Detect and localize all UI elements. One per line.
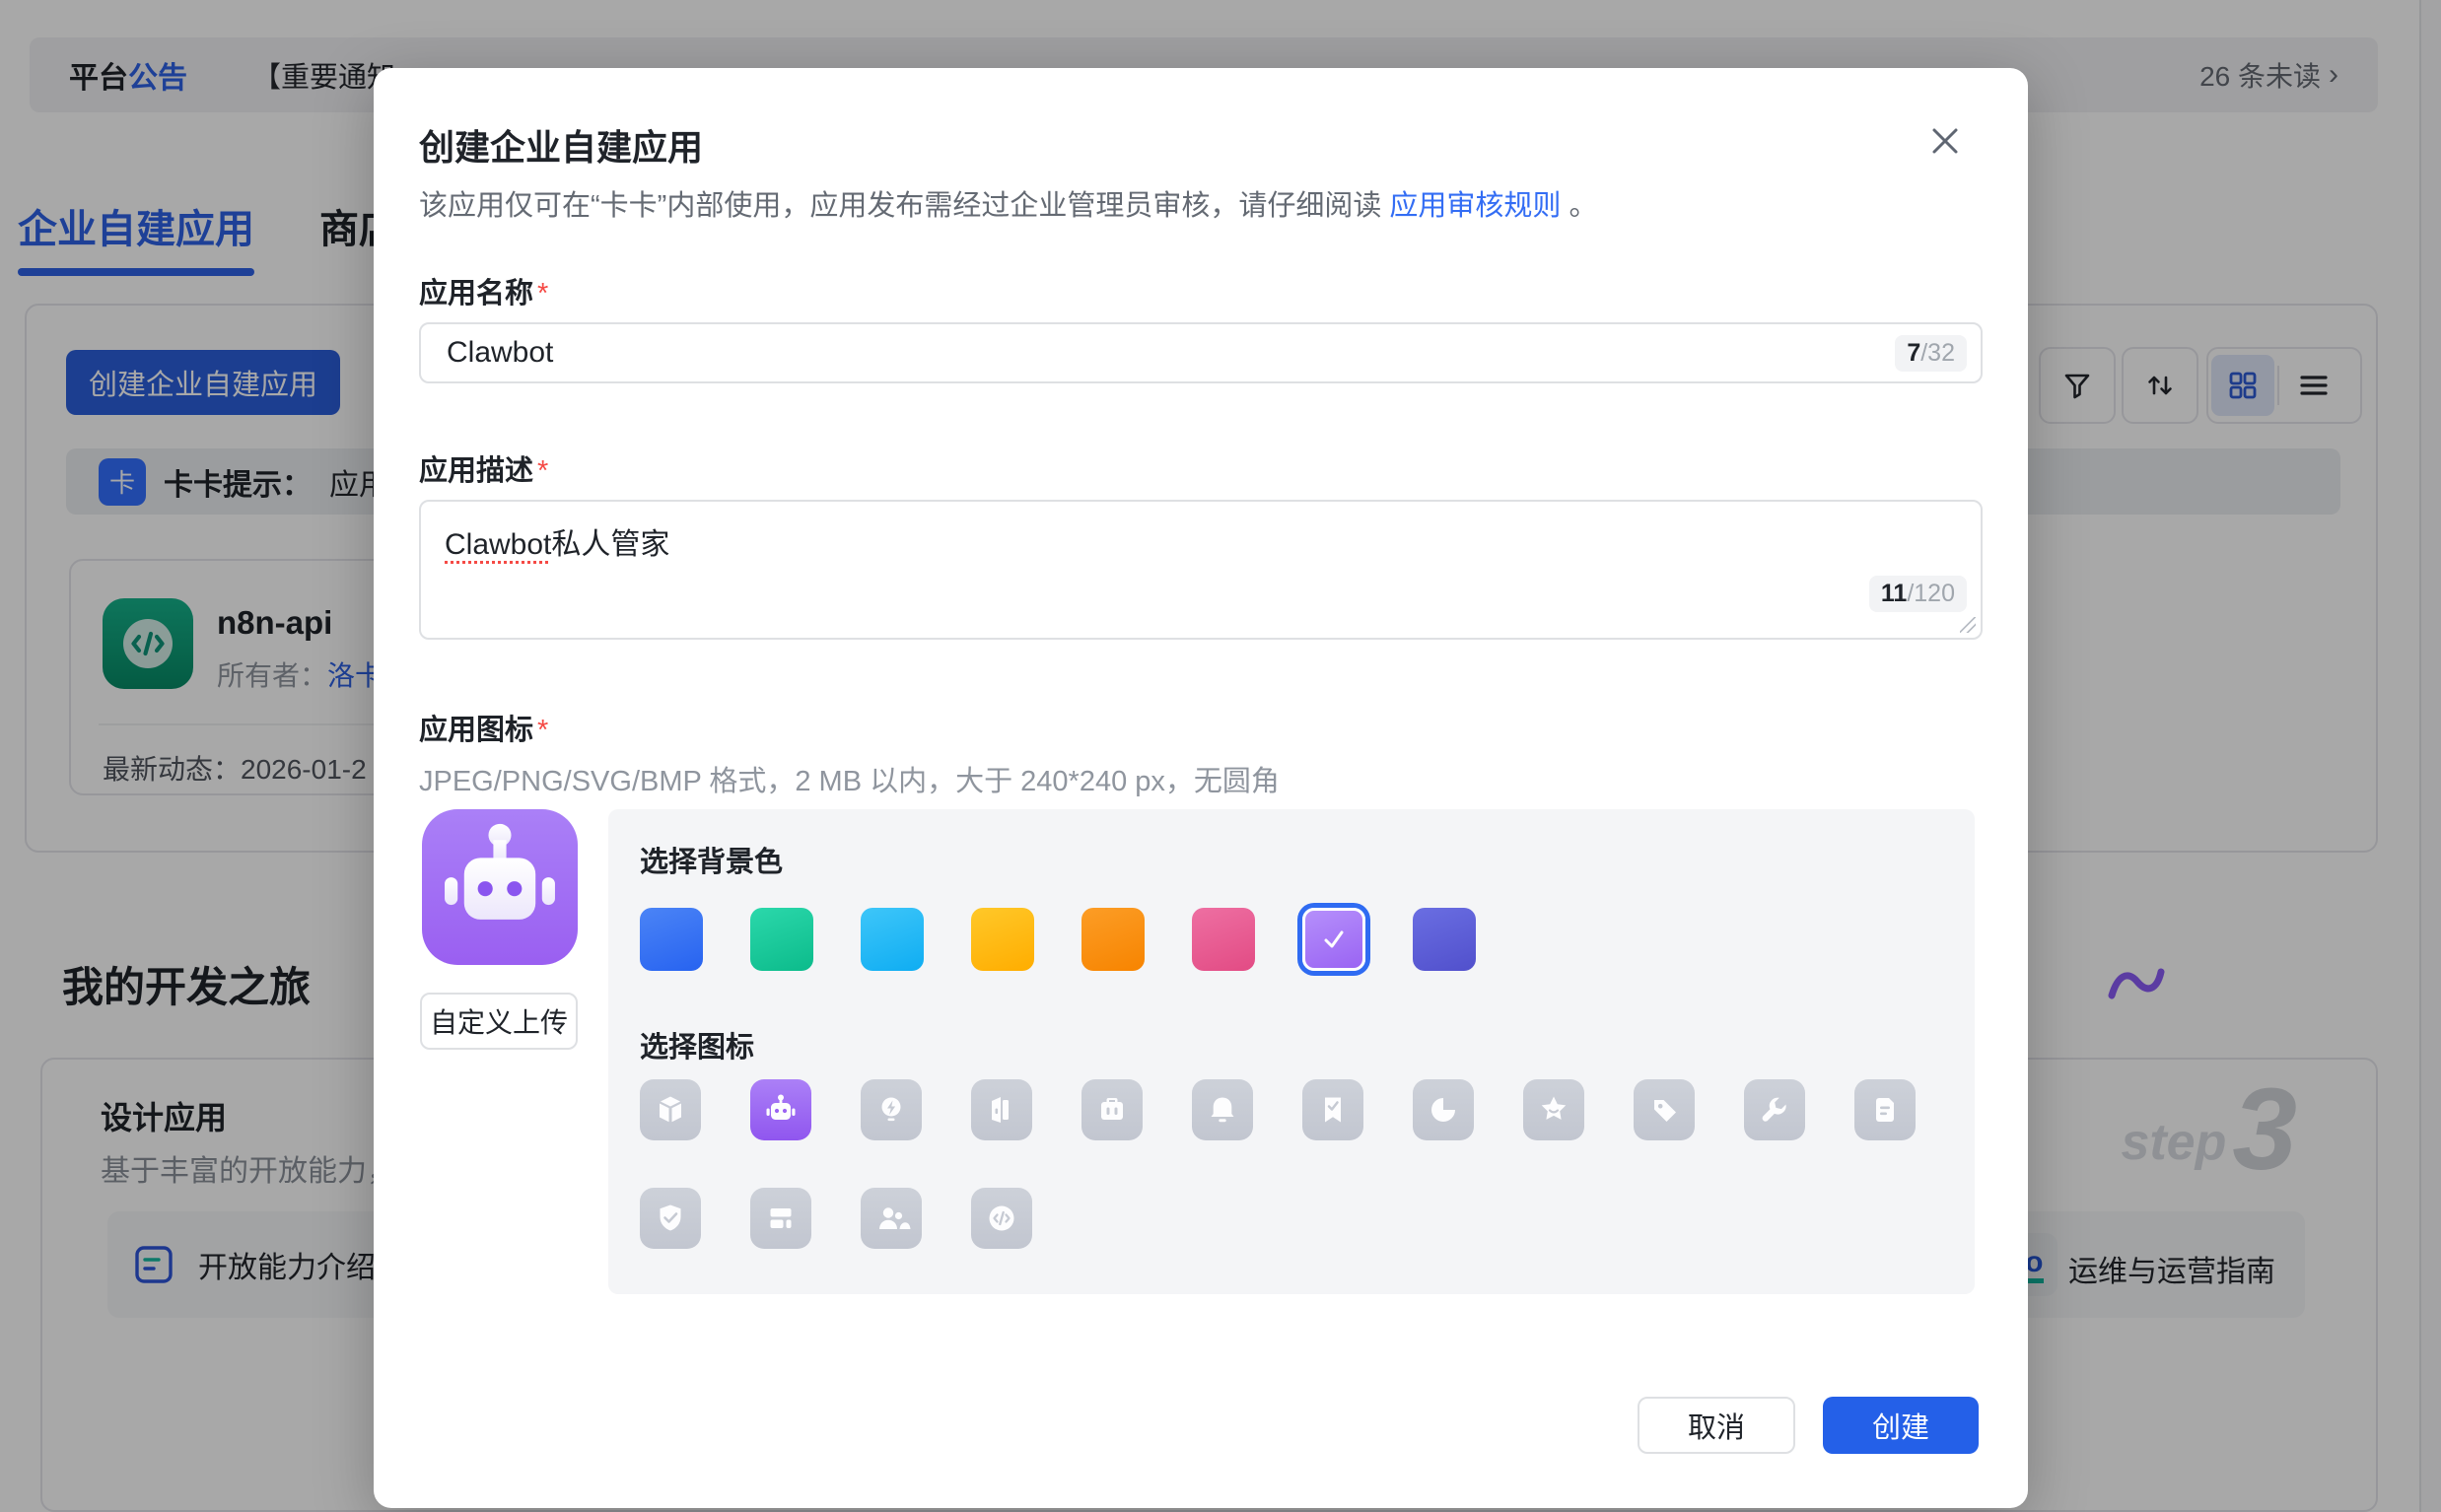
bgcolor-green-swatch[interactable] [750, 908, 813, 971]
close-icon [1925, 121, 1965, 161]
star-icon-tile[interactable] [1523, 1079, 1584, 1140]
review-rules-link[interactable]: 应用审核规则 [1389, 190, 1561, 222]
robot-icon [422, 809, 578, 965]
desc-field-label: 应用描述* [419, 447, 548, 489]
tag-icon [1644, 1090, 1684, 1130]
bgcolor-orange-swatch[interactable] [1081, 908, 1145, 971]
screen: 平台公告 【重要通知 26 条未读 › 企业自建应用 商店 创建企业自建应用 [0, 0, 2441, 1512]
app-icon-preview [422, 809, 578, 965]
desc-char-counter: 11/120 [1869, 576, 1967, 612]
dialog-footer: 取消 创建 [1638, 1397, 1979, 1454]
bulb-icon [872, 1090, 911, 1130]
code-icon-tile[interactable] [971, 1188, 1032, 1249]
wrench-icon [1755, 1090, 1794, 1130]
pie-icon-tile[interactable] [1413, 1079, 1474, 1140]
users-icon [872, 1199, 911, 1238]
door-icon [982, 1090, 1021, 1130]
cube-icon [651, 1090, 690, 1130]
required-asterisk: * [537, 715, 548, 746]
name-input-wrap: 7/32 [419, 322, 1983, 383]
document-icon [1865, 1090, 1905, 1130]
create-button[interactable]: 创建 [1823, 1397, 1979, 1454]
resize-handle[interactable] [1960, 617, 1976, 633]
star-icon [1534, 1090, 1573, 1130]
shield-check-icon [651, 1199, 690, 1238]
briefcase-icon [1092, 1090, 1132, 1130]
app-name-input[interactable] [445, 335, 1895, 371]
required-asterisk: * [537, 278, 548, 309]
bell-icon [1203, 1090, 1242, 1130]
create-app-dialog: 创建企业自建应用 该应用仅可在“卡卡”内部使用，应用发布需经过企业管理员审核，请… [374, 68, 2028, 1508]
tag-icon-tile[interactable] [1634, 1079, 1695, 1140]
shield-check-icon-tile[interactable] [640, 1188, 701, 1249]
custom-upload-button[interactable]: 自定义上传 [420, 993, 578, 1050]
bgcolor-yellow-swatch[interactable] [971, 908, 1034, 971]
icon-grid [640, 1079, 1951, 1249]
bg-color-label: 选择背景色 [640, 839, 783, 880]
bgcolor-cyan-swatch[interactable] [861, 908, 924, 971]
icon-picker-panel: 选择背景色 选择图标 [608, 809, 1975, 1294]
bookmark-check-icon [1313, 1090, 1353, 1130]
close-button[interactable] [1923, 119, 1967, 163]
pie-icon [1424, 1090, 1463, 1130]
app-desc-textarea[interactable]: Clawbot私人管家 11/120 [419, 500, 1983, 640]
cube-icon-tile[interactable] [640, 1079, 701, 1140]
briefcase-icon-tile[interactable] [1081, 1079, 1143, 1140]
bgcolor-blue-swatch[interactable] [640, 908, 703, 971]
bg-color-swatches [640, 908, 1476, 971]
name-field-label: 应用名称* [419, 270, 548, 311]
layout-icon [761, 1199, 801, 1238]
icon-picker-label: 选择图标 [640, 1024, 754, 1065]
wrench-icon-tile[interactable] [1744, 1079, 1805, 1140]
robot-icon [761, 1090, 801, 1130]
required-asterisk: * [537, 455, 548, 487]
bgcolor-purple-swatch[interactable] [1302, 908, 1365, 971]
cancel-button[interactable]: 取消 [1638, 1397, 1795, 1454]
name-char-counter: 7/32 [1895, 335, 1967, 372]
dialog-subtitle: 该应用仅可在“卡卡”内部使用，应用发布需经过企业管理员审核，请仔细阅读 应用审核… [419, 182, 1597, 224]
layout-icon-tile[interactable] [750, 1188, 811, 1249]
bgcolor-indigo-swatch[interactable] [1413, 908, 1476, 971]
bulb-icon-tile[interactable] [861, 1079, 922, 1140]
check-icon [1319, 925, 1349, 954]
bookmark-check-icon-tile[interactable] [1302, 1079, 1363, 1140]
users-icon-tile[interactable] [861, 1188, 922, 1249]
robot-icon-tile[interactable] [750, 1079, 811, 1140]
bell-icon-tile[interactable] [1192, 1079, 1253, 1140]
bgcolor-pink-swatch[interactable] [1192, 908, 1255, 971]
dialog-title: 创建企业自建应用 [419, 119, 703, 171]
icon-field-label: 应用图标* [419, 707, 548, 748]
icon-format-hint: JPEG/PNG/SVG/BMP 格式，2 MB 以内，大于 240*240 p… [419, 758, 1280, 799]
code-icon [982, 1199, 1021, 1238]
door-icon-tile[interactable] [971, 1079, 1032, 1140]
document-icon-tile[interactable] [1854, 1079, 1916, 1140]
